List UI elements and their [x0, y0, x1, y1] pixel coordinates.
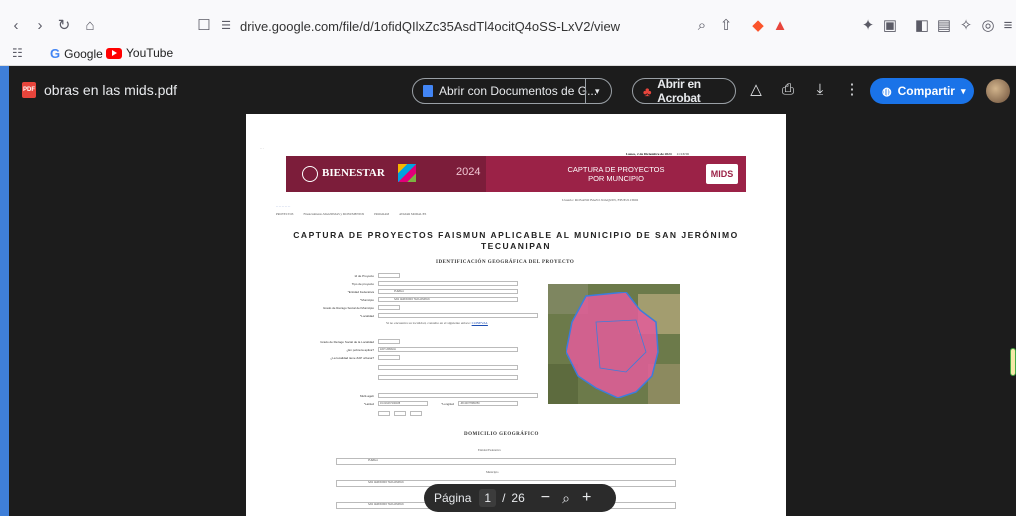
map-control[interactable] — [682, 278, 702, 283]
field-input — [378, 281, 518, 286]
section-geo-title: IDENTIFICACIÓN GEOGRÁFICA DEL PROYECTO — [436, 260, 575, 265]
field-input — [378, 365, 518, 370]
bookmarks-bar: ☷ G Google YouTube — [0, 42, 1016, 64]
reload-icon[interactable]: ↻ — [54, 16, 74, 36]
open-in-acrobat-button[interactable]: ♣ Abrir en Acrobat — [632, 77, 736, 105]
field-input — [378, 305, 400, 310]
home-icon[interactable]: ⌂ — [80, 16, 100, 36]
doc-menu: PROYECTOS Financiamiento-MAGNIMAS y MONU… — [276, 212, 427, 216]
field-input — [378, 313, 538, 318]
satellite-map[interactable] — [548, 284, 680, 404]
site-settings-icon[interactable]: ☰ — [216, 16, 236, 36]
field-input — [378, 393, 538, 398]
field-label: Grado de Rezago Social de la Localidad — [320, 340, 374, 344]
field-input — [378, 355, 400, 360]
more-options-icon[interactable]: ⋮ — [842, 80, 862, 100]
total-pages: 26 — [511, 491, 525, 505]
longitude-field: -98.40077881850 — [458, 401, 518, 406]
acrobat-icon: ♣ — [643, 83, 652, 99]
field-label: *Latitud — [363, 402, 374, 406]
section-dom-title: DOMICILIO GEOGRÁFICO — [464, 432, 539, 437]
share-page-icon[interactable]: ⇧ — [716, 16, 736, 36]
wallet-icon[interactable]: ▤ — [934, 16, 954, 36]
field-label: Tipo de proyecto — [351, 282, 374, 286]
zoom-in-icon[interactable]: + — [582, 489, 591, 507]
share-button[interactable]: ◍ Compartir ▾ — [870, 78, 974, 104]
vpn-icon[interactable]: ◎ — [978, 16, 998, 36]
add-to-drive-icon[interactable]: △ — [746, 80, 766, 100]
zoom-icon[interactable]: ⌕ — [562, 490, 570, 507]
field-label: ¿La localidad tiene ZAP urbana? — [330, 356, 374, 360]
pdf-page: . . . Lunes, 2 de Diciembre de 2024 11:1… — [246, 114, 786, 516]
field-input: ZAP URBANA — [378, 347, 518, 352]
field-label: ¿En pobreza aplica? — [346, 348, 374, 352]
entidad-row: PUEBLA — [336, 458, 676, 465]
project-area-overlay — [566, 292, 659, 398]
banner-title-1: CAPTURA DE PROYECTOS — [567, 165, 665, 174]
docs-icon — [423, 85, 433, 97]
document-title: CAPTURA DE PROYECTOS FAISMUN APLICABLE A… — [293, 230, 739, 251]
rewards-icon[interactable]: ▲ — [770, 16, 790, 36]
field-label: *Localidad — [359, 314, 374, 318]
user-line: Usuario: ROSANO BAZO JOAQUIN, FPUE211360… — [562, 198, 639, 202]
banner-title-2: POR MUNCIPIO — [588, 174, 644, 183]
mids-logo: MIDS — [706, 164, 738, 184]
page-number-input[interactable]: 1 — [479, 489, 497, 507]
download-icon[interactable]: ⤓ — [810, 80, 830, 100]
seal-icon — [302, 166, 318, 182]
field-label: *Entidad Federativa — [347, 290, 374, 294]
camera-icon[interactable]: ▣ — [880, 16, 900, 36]
bookmark-youtube[interactable]: YouTube — [106, 46, 173, 60]
browser-chrome: ‹ › ↻ ⌂ ☐ ☰ drive.google.com/file/d/1ofi… — [0, 0, 1016, 66]
avatar[interactable] — [986, 79, 1010, 103]
sidebar-icon[interactable]: ◧ — [912, 16, 932, 36]
coneval-link[interactable]: CONEVAL — [472, 321, 488, 325]
field-label: Id de Proyecto — [354, 274, 374, 278]
banner-year: 2024 — [456, 166, 481, 178]
google-icon: G — [50, 46, 61, 61]
chevron-down-icon[interactable]: ▾ — [595, 86, 600, 97]
apps-icon[interactable]: ☷ — [12, 46, 23, 60]
file-title: PDF obras en las mids.pdf — [22, 82, 178, 98]
window-edge — [0, 66, 9, 516]
field-input: SAN JERONIMO TECUANIPAN — [378, 297, 518, 302]
zoom-out-icon[interactable]: − — [541, 489, 550, 507]
open-with-docs-button[interactable]: Abrir con Documentos de G... ▾ — [412, 78, 612, 104]
logo-icon — [398, 164, 416, 182]
header-banner: BIENESTAR 2024 CAPTURA DE PROYECTOS POR … — [286, 156, 746, 192]
field-label: *Longitud — [441, 402, 454, 406]
chevron-down-icon: ▾ — [960, 85, 966, 96]
field-input — [378, 273, 400, 278]
back-icon[interactable]: ‹ — [6, 16, 26, 36]
url-bar[interactable]: drive.google.com/file/d/1ofidQIlxZc35Asd… — [240, 16, 740, 38]
municipio-label: Municipio — [486, 470, 499, 474]
youtube-icon — [106, 47, 122, 59]
field-label: Grado de Rezago Social del Municipio — [322, 306, 374, 310]
page-separator: / — [502, 491, 506, 505]
side-widget[interactable] — [1010, 348, 1016, 376]
page-zoom-toolbar: Página 1 / 26 − ⌕ + — [424, 484, 616, 512]
field-input — [378, 375, 518, 380]
field-input: PUEBLA — [378, 289, 518, 294]
entidad-label: Entidad Federativa — [478, 448, 501, 452]
field-label: Multi-ageb — [359, 394, 374, 398]
field-input — [394, 411, 406, 416]
globe-icon: ◍ — [882, 85, 892, 98]
print-icon[interactable]: ⎙ — [778, 80, 798, 100]
page-label: Página — [434, 491, 472, 505]
bookmark-google[interactable]: G Google — [50, 46, 103, 61]
field-input — [378, 411, 390, 416]
extensions-icon[interactable]: ✦ — [858, 16, 878, 36]
bookmark-icon[interactable]: ☐ — [194, 16, 214, 36]
field-input — [378, 339, 400, 344]
ai-icon[interactable]: ✧ — [956, 16, 976, 36]
pdf-icon: PDF — [22, 82, 36, 98]
banner-bienestar: BIENESTAR — [322, 167, 385, 179]
field-label: *Municipio — [360, 298, 374, 302]
forward-icon[interactable]: › — [30, 16, 50, 36]
field-input — [410, 411, 422, 416]
menu-icon[interactable]: ≡ — [998, 16, 1016, 36]
brave-shield-icon[interactable]: ◆ — [748, 16, 768, 36]
zoom-icon[interactable]: ⌕ — [692, 16, 712, 36]
